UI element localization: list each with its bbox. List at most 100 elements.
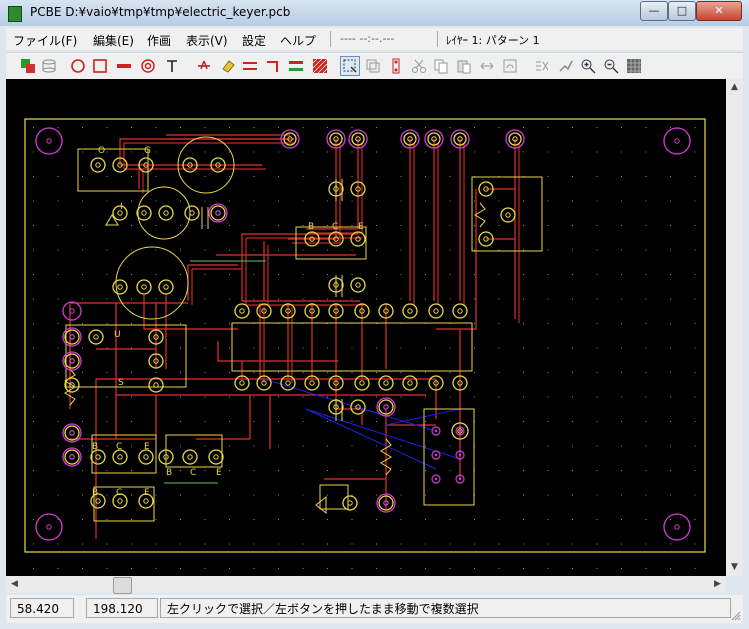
pad-ring xyxy=(148,377,164,393)
component-outline xyxy=(77,148,149,192)
paste-icon[interactable] xyxy=(454,56,474,76)
pads xyxy=(35,127,691,541)
pad-hole xyxy=(141,284,147,290)
text-icon[interactable] xyxy=(162,56,182,76)
via-ring xyxy=(208,203,228,223)
pad-ring xyxy=(182,449,198,465)
split-icon[interactable] xyxy=(286,56,306,76)
via-ring xyxy=(663,513,691,541)
pad-ring xyxy=(500,207,516,223)
copy-area-icon[interactable] xyxy=(363,56,383,76)
menu-separator xyxy=(330,31,331,47)
select-icon[interactable] xyxy=(340,56,360,76)
pad-ring xyxy=(342,495,358,511)
component-label: E xyxy=(144,488,150,498)
fill-icon[interactable] xyxy=(310,56,330,76)
minimize-button[interactable]: — xyxy=(640,1,668,21)
horizontal-scroll-thumb[interactable] xyxy=(113,577,132,594)
pad-ring xyxy=(350,277,366,293)
pad-ring xyxy=(402,303,418,319)
horizontal-scrollbar[interactable]: ◀ ▶ xyxy=(6,576,726,594)
scroll-right-arrow-icon[interactable]: ▶ xyxy=(709,576,726,593)
component-label: E xyxy=(216,468,222,478)
vertical-scrollbar[interactable]: ▲ ▼ xyxy=(726,79,743,576)
pad-icon[interactable] xyxy=(532,56,552,76)
coords-readout: ---- --:--.--- xyxy=(340,32,395,45)
pcb-canvas[interactable]: B C E B C E B C E B C E G I O U S xyxy=(6,79,726,576)
window-title: PCBE D:¥vaio¥tmp¥tmp¥electric_keyer.pcb xyxy=(30,5,291,19)
via-ring xyxy=(663,127,691,155)
title-bar[interactable]: PCBE D:¥vaio¥tmp¥tmp¥electric_keyer.pcb … xyxy=(0,0,749,26)
pad-ring xyxy=(158,279,174,295)
component-label: B xyxy=(166,468,172,478)
eraser-icon[interactable] xyxy=(218,56,238,76)
menu-help[interactable]: ヘルプ xyxy=(280,32,316,49)
pin-icon[interactable] xyxy=(194,56,214,76)
zoom-in-icon[interactable] xyxy=(578,56,598,76)
pad-hole xyxy=(143,454,149,460)
trace xyxy=(143,295,238,330)
via-hole xyxy=(458,477,462,481)
copy-icon[interactable] xyxy=(431,56,451,76)
component-outline xyxy=(91,434,157,474)
zoom-out-icon[interactable] xyxy=(601,56,621,76)
pad-ring xyxy=(208,449,224,465)
status-y-coordinate: 198.120 xyxy=(86,598,158,618)
traces xyxy=(69,134,520,539)
layer-info: ﾚｲﾔｰ 1: パターン 1 xyxy=(446,34,540,47)
circle-icon[interactable] xyxy=(68,56,88,76)
corner-icon[interactable] xyxy=(263,56,283,76)
pcb-board[interactable]: B C E B C E B C E B C E G I O U S xyxy=(6,79,726,576)
line-icon[interactable] xyxy=(114,56,134,76)
pad-ring xyxy=(452,303,468,319)
pad-ring xyxy=(138,449,154,465)
via-hole xyxy=(69,430,75,436)
scroll-down-arrow-icon[interactable]: ▼ xyxy=(726,559,743,576)
menu-draw[interactable]: 作画 xyxy=(147,32,171,49)
pad-ring xyxy=(64,353,80,369)
menu-settings[interactable]: 設定 xyxy=(242,32,266,49)
component-outline xyxy=(471,176,543,252)
target-icon[interactable] xyxy=(138,56,158,76)
pad-ring xyxy=(136,279,152,295)
via-ring xyxy=(35,127,63,155)
menu-separator xyxy=(437,31,438,47)
pad-hole xyxy=(407,308,413,314)
square-icon[interactable] xyxy=(90,56,110,76)
pad-ring xyxy=(90,449,106,465)
maximize-button[interactable]: □ xyxy=(668,1,696,21)
pad-hole xyxy=(117,498,123,504)
pad-ring xyxy=(378,375,394,391)
pad-hole xyxy=(93,334,99,340)
scroll-left-arrow-icon[interactable]: ◀ xyxy=(6,576,23,593)
menu-bar: ファイル(F) 編集(E) 作画 表示(V) 設定 ヘルプ ---- --:--… xyxy=(6,28,743,50)
pad-ring xyxy=(158,205,174,221)
via-ring xyxy=(62,301,82,321)
via-ring xyxy=(35,513,63,541)
rotate-icon[interactable] xyxy=(500,56,520,76)
menu-view[interactable]: 表示(V) xyxy=(186,32,228,49)
via-hole xyxy=(674,524,680,530)
component-label: E xyxy=(144,442,150,452)
menu-file[interactable]: ファイル(F) xyxy=(13,32,77,49)
layers-icon[interactable] xyxy=(18,56,38,76)
pad-ring xyxy=(234,303,250,319)
resize-grip-icon[interactable] xyxy=(731,611,741,621)
mirror-icon[interactable] xyxy=(477,56,497,76)
menu-edit[interactable]: 編集(E) xyxy=(93,32,134,49)
pad-hole xyxy=(457,308,463,314)
cylinder-icon[interactable] xyxy=(39,56,59,76)
grid-icon[interactable] xyxy=(624,56,644,76)
component-label: G xyxy=(144,146,151,156)
component-label: C xyxy=(116,442,122,452)
close-button[interactable]: ✕ xyxy=(696,1,742,21)
scroll-up-arrow-icon[interactable]: ▲ xyxy=(726,79,743,96)
bus-icon[interactable] xyxy=(240,56,260,76)
via-ring xyxy=(62,447,82,467)
pad-ring xyxy=(112,279,128,295)
component-icon[interactable] xyxy=(386,56,406,76)
route-icon[interactable] xyxy=(556,56,576,76)
cut-icon[interactable] xyxy=(409,56,429,76)
component-label: C xyxy=(116,488,122,498)
component-label: B xyxy=(308,222,314,232)
